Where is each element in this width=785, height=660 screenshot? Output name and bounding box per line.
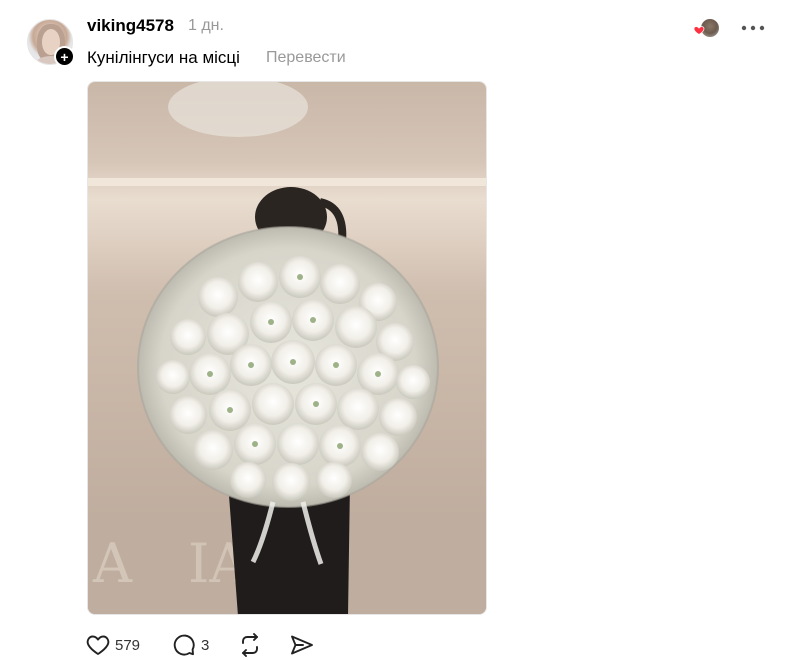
heart-icon [693, 26, 705, 35]
reply-button[interactable]: 3 [172, 633, 237, 657]
translate-link[interactable]: Перевести [266, 49, 346, 67]
post-image[interactable]: A IA [87, 81, 487, 615]
svg-text:A: A [92, 532, 133, 595]
heart-outline-icon [86, 635, 110, 655]
bouquet-photo: A IA [88, 82, 486, 614]
thread-post: + viking4578 1 дн. Кунілінгуси на місці … [0, 0, 785, 660]
repost-button[interactable] [237, 633, 289, 657]
post-timestamp: 1 дн. [188, 17, 224, 34]
repost-icon [242, 633, 258, 657]
share-button[interactable] [289, 633, 315, 657]
like-count: 579 [115, 636, 141, 654]
more-horizontal-icon [741, 25, 765, 31]
post-actions: 579 3 [86, 630, 315, 660]
more-options-button[interactable] [738, 15, 768, 41]
follow-plus-icon[interactable]: + [54, 46, 75, 67]
speech-bubble-icon [173, 634, 195, 656]
like-button[interactable]: 579 [86, 634, 160, 656]
liked-by-indicator[interactable] [693, 17, 723, 39]
post-caption: Кунілінгуси на місці [87, 48, 240, 67]
avatar[interactable]: + [27, 19, 75, 67]
send-icon [291, 635, 313, 655]
username[interactable]: viking4578 [87, 16, 174, 36]
reply-count: 3 [201, 636, 210, 654]
